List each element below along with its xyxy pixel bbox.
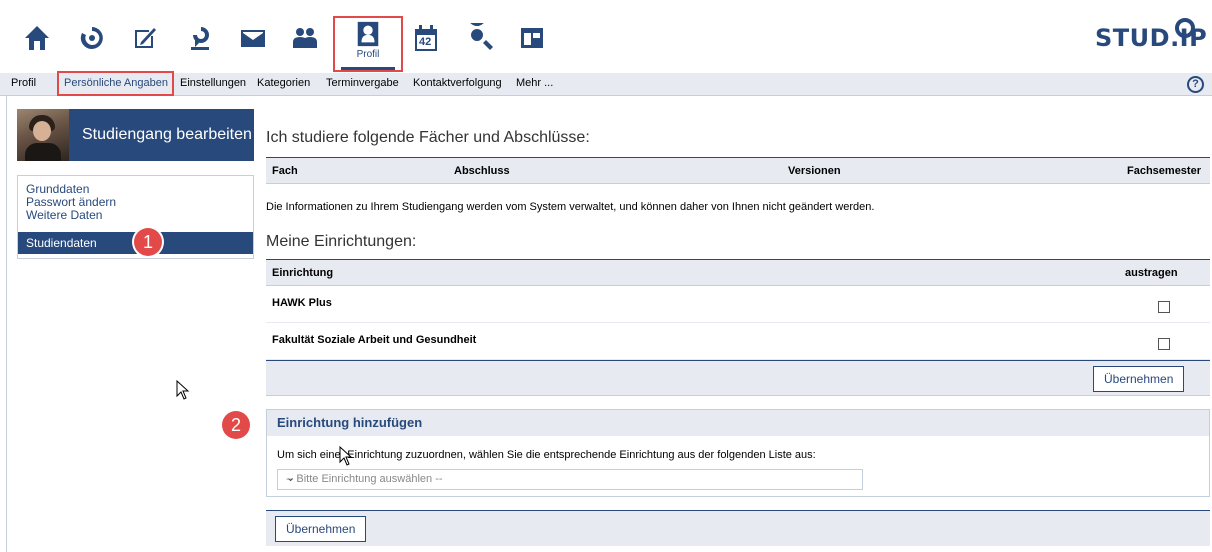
add-institution-legend: Einrichtung hinzufügen [267, 410, 1209, 436]
submit-remove-button[interactable]: Übernehmen [1093, 366, 1185, 392]
profile-nav-highlight[interactable]: Profil [333, 16, 403, 72]
heading-institutions: Meine Einrichtungen: [266, 233, 417, 250]
subnav-einstellungen[interactable]: Einstellungen [180, 77, 246, 89]
sidebar-title: Studiengang bearbeiten [82, 126, 252, 143]
add-institution-footer: Übernehmen [266, 510, 1210, 546]
institutions-table-footer: Übernehmen [266, 360, 1210, 396]
subnav-kontaktverfolgung[interactable]: Kontaktverfolgung [413, 77, 502, 89]
help-icon[interactable]: ? [1187, 76, 1204, 93]
mouse-pointer-icon [176, 380, 190, 400]
subnav-kategorien[interactable]: Kategorien [257, 77, 310, 89]
logo-ring-icon [1175, 18, 1195, 38]
heading-study: Ich studiere folgende Fächer und Abschlü… [266, 129, 590, 146]
step-badge-2: 2 [222, 411, 250, 439]
col-versionen: Versionen [788, 165, 841, 177]
calendar-icon[interactable]: 42 [406, 18, 446, 58]
photo-body [25, 143, 61, 161]
sidebar-item-weitere-daten[interactable]: Weitere Daten [26, 208, 102, 222]
tools-icon[interactable] [512, 18, 552, 58]
add-institution-fieldset: Einrichtung hinzufügen Um sich einer Ein… [266, 409, 1210, 497]
profile-nav-item[interactable]: Profil [341, 20, 395, 70]
institution-name: Fakultät Soziale Arbeit und Gesundheit [272, 334, 477, 346]
top-navigation: Profil 42 STUD.IP [0, 0, 1212, 74]
sidebar-header: Studiengang bearbeiten [17, 109, 254, 161]
subnav-profil[interactable]: Profil [11, 77, 36, 89]
sidebar-item-grunddaten[interactable]: Grunddaten [26, 182, 89, 196]
sidebar-item-passwort[interactable]: Passwort ändern [26, 195, 116, 209]
sub-navigation: Profil Persönliche Angaben Einstellungen… [0, 74, 1212, 96]
institutions-table-header: Einrichtung austragen [266, 259, 1210, 286]
remove-checkbox[interactable] [1158, 338, 1170, 350]
active-subnav-highlight [57, 71, 174, 96]
subnav-mehr[interactable]: Mehr ... [516, 77, 553, 89]
courses-icon[interactable] [125, 18, 165, 58]
community-icon[interactable] [180, 18, 220, 58]
photo-face [33, 121, 51, 141]
mail-icon[interactable] [233, 18, 273, 58]
submit-add-button[interactable]: Übernehmen [275, 516, 367, 542]
study-info-note: Die Informationen zu Ihrem Studiengang w… [266, 201, 875, 213]
study-table-header: Fach Abschluss Versionen Fachsemester [266, 157, 1210, 184]
institution-name: HAWK Plus [272, 297, 332, 309]
remove-checkbox[interactable] [1158, 301, 1170, 313]
left-border [6, 96, 7, 552]
sidebar-photo [17, 109, 69, 161]
mouse-pointer-icon [339, 446, 353, 466]
activity-icon[interactable] [72, 18, 112, 58]
col-fach: Fach [272, 165, 298, 177]
add-institution-text: Um sich einer Einrichtung zuzuordnen, wä… [277, 449, 816, 461]
col-abschluss: Abschluss [454, 165, 510, 177]
profile-nav-label: Profil [356, 49, 380, 60]
col-fachsemester: Fachsemester [1127, 165, 1201, 177]
subnav-terminvergabe[interactable]: Terminvergabe [326, 77, 399, 89]
table-row: Fakultät Soziale Arbeit und Gesundheit [266, 323, 1210, 360]
institution-select[interactable]: -- Bitte Einrichtung auswählen -- ⌄ [277, 469, 863, 490]
home-icon[interactable] [17, 18, 57, 58]
table-row: HAWK Plus [266, 286, 1210, 323]
col-austragen: austragen [1125, 267, 1178, 279]
col-einrichtung: Einrichtung [272, 267, 334, 279]
search-icon[interactable] [460, 18, 500, 58]
step-badge-1: 1 [134, 228, 162, 256]
profile-icon [357, 21, 379, 47]
contacts-icon[interactable] [285, 18, 325, 58]
chevron-down-icon: ⌄ [286, 472, 296, 484]
add-institution-title: Einrichtung hinzufügen [277, 415, 423, 430]
calendar-day: 42 [419, 36, 432, 48]
